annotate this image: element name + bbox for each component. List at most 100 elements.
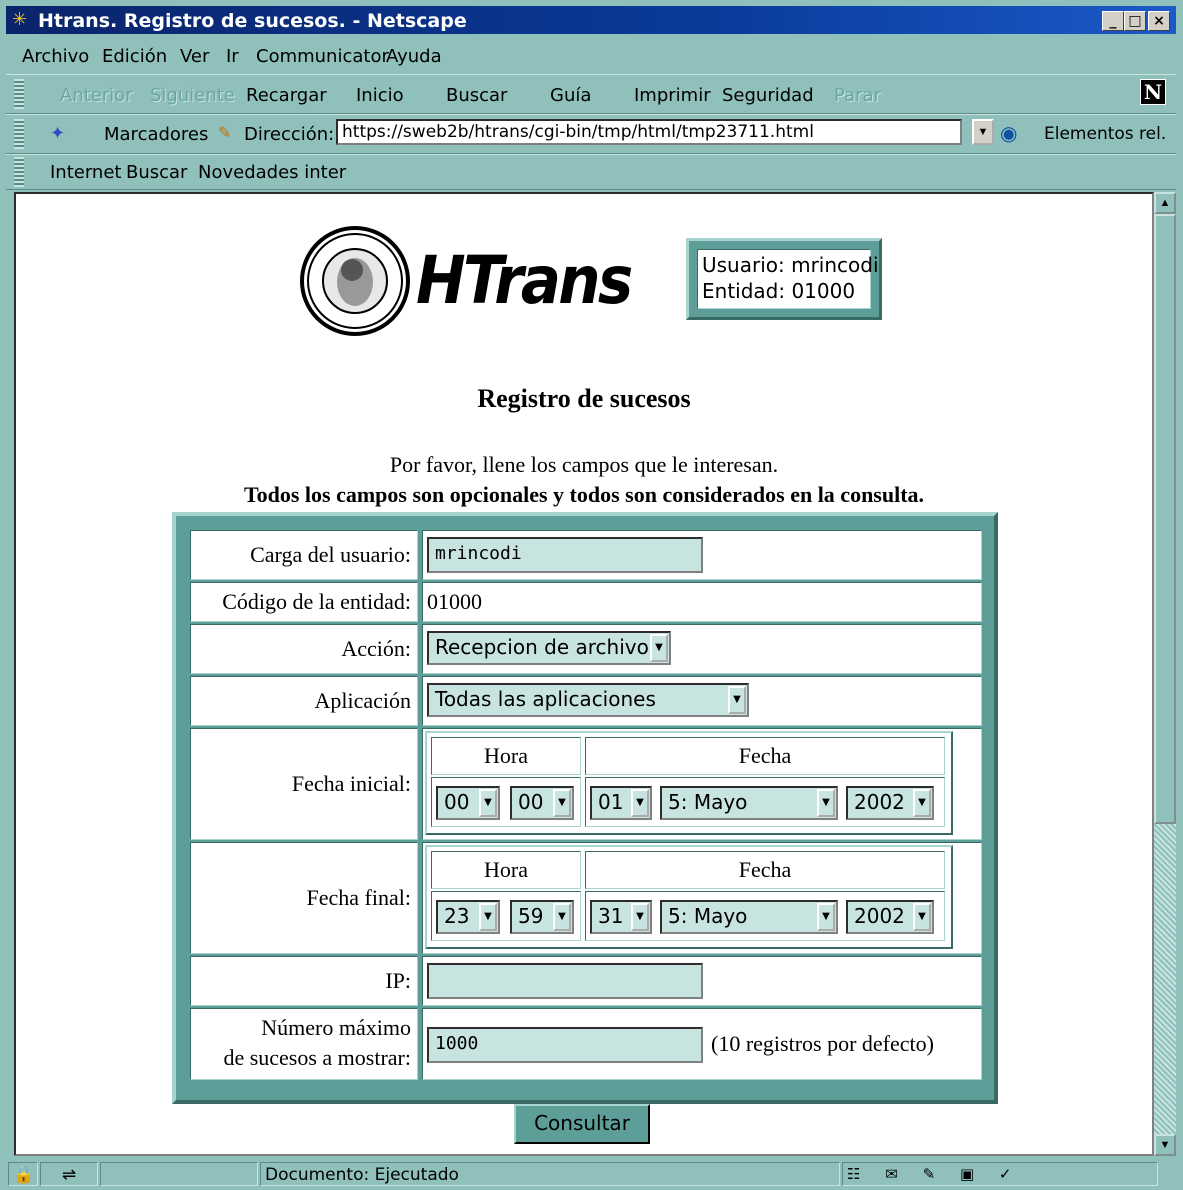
address-label: Dirección: <box>244 124 335 145</box>
search-button[interactable]: Buscar <box>446 85 507 106</box>
chevron-down-icon[interactable]: ▼ <box>650 634 668 662</box>
end-minute-select[interactable]: 59 ▼ <box>510 900 574 934</box>
chevron-down-icon[interactable]: ▼ <box>817 789 835 817</box>
chevron-down-icon[interactable]: ▼ <box>817 903 835 931</box>
app-select[interactable]: Todas las aplicaciones ▼ <box>427 683 749 717</box>
end-month-select[interactable]: 5: Mayo ▼ <box>660 900 838 934</box>
chevron-down-icon[interactable]: ▼ <box>913 789 931 817</box>
entity-line: Entidad: 01000 <box>702 279 856 303</box>
chevron-down-icon[interactable]: ▼ <box>728 686 746 714</box>
start-date-table: Hora Fecha 00 ▼ 00 ▼ 01 ▼ 5: Mayo ▼ 2002 ▼ <box>425 731 953 835</box>
entity-value: 01000 <box>422 582 982 622</box>
end-date-table: Hora Fecha 23 ▼ 59 ▼ 31 ▼ 5: Mayo ▼ 2002 ▼ <box>425 845 953 949</box>
minimize-button[interactable]: _ <box>1102 11 1124 31</box>
end-date-fields: 31 ▼ 5: Mayo ▼ 2002 ▼ <box>585 891 945 941</box>
end-day-select[interactable]: 31 ▼ <box>590 900 652 934</box>
stop-button[interactable]: Parar <box>834 85 881 106</box>
menu-ayuda[interactable]: Ayuda <box>386 46 442 67</box>
scroll-down-icon[interactable]: ▼ <box>1154 1134 1176 1156</box>
bookmarks-icon[interactable]: ✦ <box>50 123 65 144</box>
guide-button[interactable]: Guía <box>550 85 591 106</box>
component-bar: ☷ ✉ ✎ ▣ ✓ <box>842 1162 1158 1186</box>
chevron-down-icon[interactable]: ▼ <box>631 789 649 817</box>
forward-button[interactable]: Siguiente <box>150 85 235 106</box>
maximize-button[interactable]: □ <box>1124 11 1146 31</box>
back-button[interactable]: Anterior <box>60 85 133 106</box>
toolbar-grip[interactable] <box>14 79 24 109</box>
menu-ver[interactable]: Ver <box>180 46 209 67</box>
menu-archivo[interactable]: Archivo <box>22 46 89 67</box>
toolbar-grip[interactable] <box>14 119 24 149</box>
intro-text: Por favor, llene los campos que le inter… <box>389 452 779 477</box>
progress-bar <box>100 1162 258 1186</box>
start-hour-select[interactable]: 00 ▼ <box>436 786 500 820</box>
action-select[interactable]: Recepcion de archivo ▼ <box>427 631 671 665</box>
ip-input[interactable] <box>427 963 703 999</box>
bookmarks-button[interactable]: Marcadores <box>104 124 208 145</box>
home-button[interactable]: Inicio <box>356 85 404 106</box>
chevron-down-icon[interactable]: ▼ <box>479 789 497 817</box>
lock-icon[interactable]: 🔒 <box>8 1162 38 1186</box>
related-button[interactable]: Elementos rel. <box>1044 124 1166 144</box>
title-bar: ✳ Htrans. Registro de sucesos. - Netscap… <box>6 6 1176 34</box>
chevron-down-icon[interactable]: ▼ <box>553 903 571 931</box>
page-title: Registro de sucesos <box>477 384 691 413</box>
action-cell: Recepcion de archivo ▼ <box>422 624 982 674</box>
location-toolbar: ✦ Marcadores ✎ Dirección: https://sweb2b… <box>6 114 1176 154</box>
chevron-down-icon[interactable]: ▼ <box>479 903 497 931</box>
banco-republica-seal <box>300 226 410 336</box>
close-button[interactable]: × <box>1148 11 1170 31</box>
consultar-button[interactable]: Consultar <box>514 1104 650 1144</box>
user-input[interactable]: mrincodi <box>427 537 703 573</box>
address-dropdown-button[interactable]: ▼ <box>972 119 994 145</box>
connection-icon[interactable]: ⇌ <box>40 1162 98 1186</box>
start-minute-select[interactable]: 00 ▼ <box>510 786 574 820</box>
netscape-logo-icon[interactable]: N <box>1140 79 1166 105</box>
chevron-down-icon[interactable]: ▼ <box>553 789 571 817</box>
navigator-icon[interactable]: ☷ <box>847 1165 870 1183</box>
personal-internet-link[interactable]: Internet <box>50 162 121 183</box>
security-button[interactable]: Seguridad <box>722 85 814 106</box>
related-icon[interactable]: ◉ <box>1000 121 1017 146</box>
ip-cell <box>422 956 982 1006</box>
toolbar-grip[interactable] <box>14 157 24 187</box>
start-date-cell: Hora Fecha 00 ▼ 00 ▼ 01 ▼ 5: Mayo ▼ 2002 ▼ <box>422 728 982 840</box>
composer-icon[interactable]: ▣ <box>960 1165 984 1183</box>
scroll-up-icon[interactable]: ▲ <box>1154 192 1176 214</box>
netscape-icon: ✳ <box>12 9 28 30</box>
end-year-select[interactable]: 2002 ▼ <box>846 900 934 934</box>
chevron-down-icon[interactable]: ▼ <box>913 903 931 931</box>
mail-icon[interactable]: ✉ <box>885 1165 908 1183</box>
end-hour-heading: Hora <box>431 851 581 889</box>
personal-toolbar: Internet Buscar Novedades inter <box>6 154 1176 190</box>
max-label-line-2: de sucesos a mostrar: <box>223 1045 411 1070</box>
start-year-select[interactable]: 2002 ▼ <box>846 786 934 820</box>
start-day-select[interactable]: 01 ▼ <box>590 786 652 820</box>
note-text: Todos los campos son opcionales y todos … <box>243 482 925 507</box>
max-hint: (10 registros por defecto) <box>711 1031 934 1056</box>
menu-edicion[interactable]: Edición <box>102 46 167 67</box>
start-hour-cell: 00 ▼ 00 ▼ <box>431 777 581 827</box>
location-icon[interactable]: ✎ <box>218 123 231 143</box>
personal-novedades-link[interactable]: Novedades inter <box>198 162 346 183</box>
reload-button[interactable]: Recargar <box>246 85 327 106</box>
browser-window: ✳ Htrans. Registro de sucesos. - Netscap… <box>0 0 1183 1190</box>
user-line: Usuario: mrincodi <box>702 253 879 277</box>
address-input[interactable]: https://sweb2b/htrans/cgi-bin/tmp/html/t… <box>336 119 962 145</box>
menu-ir[interactable]: Ir <box>226 46 239 67</box>
end-date-label: Fecha final: <box>190 842 418 954</box>
discussion-icon[interactable]: ✎ <box>923 1165 946 1183</box>
vertical-scrollbar[interactable]: ▲ ▼ <box>1154 192 1176 1156</box>
scroll-thumb[interactable] <box>1154 214 1176 824</box>
start-date-fields: 01 ▼ 5: Mayo ▼ 2002 ▼ <box>585 777 945 827</box>
start-month-select[interactable]: 5: Mayo ▼ <box>660 786 838 820</box>
max-input[interactable]: 1000 <box>427 1027 703 1063</box>
personal-buscar-link[interactable]: Buscar <box>126 162 187 183</box>
end-hour-select[interactable]: 23 ▼ <box>436 900 500 934</box>
print-button[interactable]: Imprimir <box>634 85 711 106</box>
user-cell: mrincodi <box>422 530 982 580</box>
max-label-line-1: Número máximo <box>261 1015 411 1040</box>
edit-icon[interactable]: ✓ <box>999 1165 1022 1183</box>
menu-communicator[interactable]: Communicator <box>256 46 389 67</box>
chevron-down-icon[interactable]: ▼ <box>631 903 649 931</box>
